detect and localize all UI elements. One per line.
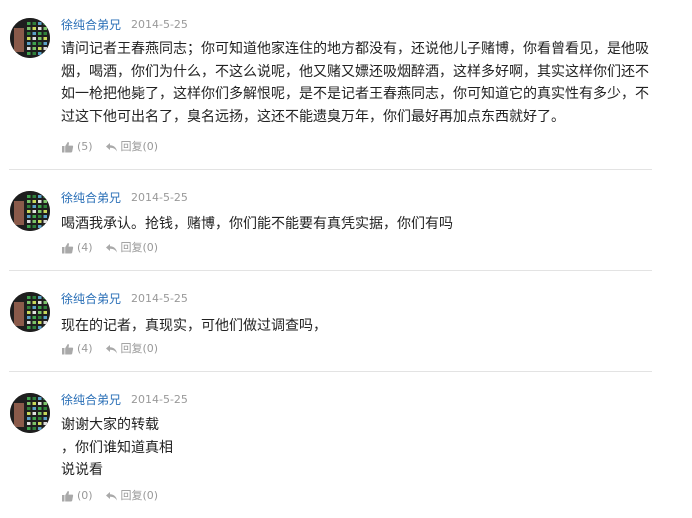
thumbs-up-icon <box>62 142 74 153</box>
reply-label: 回复(0) <box>120 489 159 502</box>
like-button[interactable]: (4) <box>61 342 101 356</box>
comment-actions: (5) 回复(0) <box>61 140 158 154</box>
avatar-icon <box>10 191 50 231</box>
comment-actions: (0) 回复(0) <box>61 489 158 503</box>
comment-body: 请问记者王春燕同志；你可知道他家连住的地方都没有，还说他儿子赌博，你看曾看见，是… <box>61 38 651 128</box>
avatar-icon <box>10 18 50 58</box>
comment-username[interactable]: 徐纯合弟兄 <box>61 393 121 407</box>
divider <box>9 371 652 372</box>
thumbs-up-icon <box>62 243 74 254</box>
reply-label: 回复(0) <box>120 241 159 254</box>
comment-text-line: 如一枪把他毙了，这样你们多解恨呢，是不是记者王春燕同志，你可知道它的真实性有多少… <box>61 86 649 102</box>
reply-arrow-icon <box>105 143 117 152</box>
comment-body: 现在的记者，真现实，可他们做过调查吗， <box>61 315 651 338</box>
comment-username[interactable]: 徐纯合弟兄 <box>61 191 121 205</box>
comment-text-line: 谢谢大家的转载 <box>61 417 159 433</box>
avatar[interactable] <box>10 292 50 332</box>
reply-label: 回复(0) <box>120 342 159 355</box>
like-button[interactable]: (4) <box>61 241 101 255</box>
avatar[interactable] <box>10 191 50 231</box>
like-count: (0) <box>77 489 93 502</box>
comment-date: 2014-5-25 <box>131 18 188 31</box>
reply-arrow-icon <box>105 492 117 501</box>
thumbs-up-icon <box>62 491 74 502</box>
comment-username[interactable]: 徐纯合弟兄 <box>61 292 121 306</box>
comment-text-line: ，你们谁知道真相 <box>61 439 173 456</box>
comment-text-line: 烟，喝酒，你们为什么，不这么说呢，他又赌又嫖还吸烟醉酒，这样多好啊，其实这样你们… <box>61 63 649 80</box>
comment-body: 喝酒我承认。抢钱，赌博，你们能不能要有真凭实据，你们有吗 <box>61 213 651 236</box>
thumbs-up-icon <box>62 344 74 355</box>
comment-date: 2014-5-25 <box>131 393 188 406</box>
like-button[interactable]: (5) <box>61 140 101 154</box>
like-count: (5) <box>77 140 93 153</box>
reply-button[interactable]: 回复(0) <box>105 140 159 154</box>
avatar-icon <box>10 393 50 433</box>
like-count: (4) <box>77 241 93 254</box>
comment-date: 2014-5-25 <box>131 191 188 204</box>
comment-text-line: 过这下他可出名了，臭名远扬，这还不能遗臭万年，你们最好再加点东西就好了。 <box>61 108 565 125</box>
like-count: (4) <box>77 342 93 355</box>
avatar[interactable] <box>10 393 50 433</box>
comment-text-line: 现在的记者，真现实，可他们做过调查吗， <box>61 318 327 334</box>
comment-text-line: 喝酒我承认。抢钱，赌博，你们能不能要有真凭实据，你们有吗 <box>61 216 453 232</box>
reply-arrow-icon <box>105 244 117 253</box>
comment-text-line: 请问记者王春燕同志；你可知道他家连住的地方都没有，还说他儿子赌博，你看曾看见，是… <box>61 41 649 57</box>
avatar-icon <box>10 292 50 332</box>
reply-arrow-icon <box>105 345 117 354</box>
divider <box>9 270 652 271</box>
comment-date: 2014-5-25 <box>131 292 188 305</box>
comment-actions: (4) 回复(0) <box>61 342 158 356</box>
comment-body: 谢谢大家的转载 ，你们谁知道真相 说说看 <box>61 414 651 482</box>
reply-label: 回复(0) <box>120 140 159 153</box>
comment-actions: (4) 回复(0) <box>61 241 158 255</box>
comment-text-line: 说说看 <box>61 462 103 478</box>
reply-button[interactable]: 回复(0) <box>105 342 159 356</box>
reply-button[interactable]: 回复(0) <box>105 241 159 255</box>
divider <box>9 169 652 170</box>
reply-button[interactable]: 回复(0) <box>105 489 159 503</box>
avatar[interactable] <box>10 18 50 58</box>
comment-username[interactable]: 徐纯合弟兄 <box>61 18 121 32</box>
like-button[interactable]: (0) <box>61 489 101 503</box>
